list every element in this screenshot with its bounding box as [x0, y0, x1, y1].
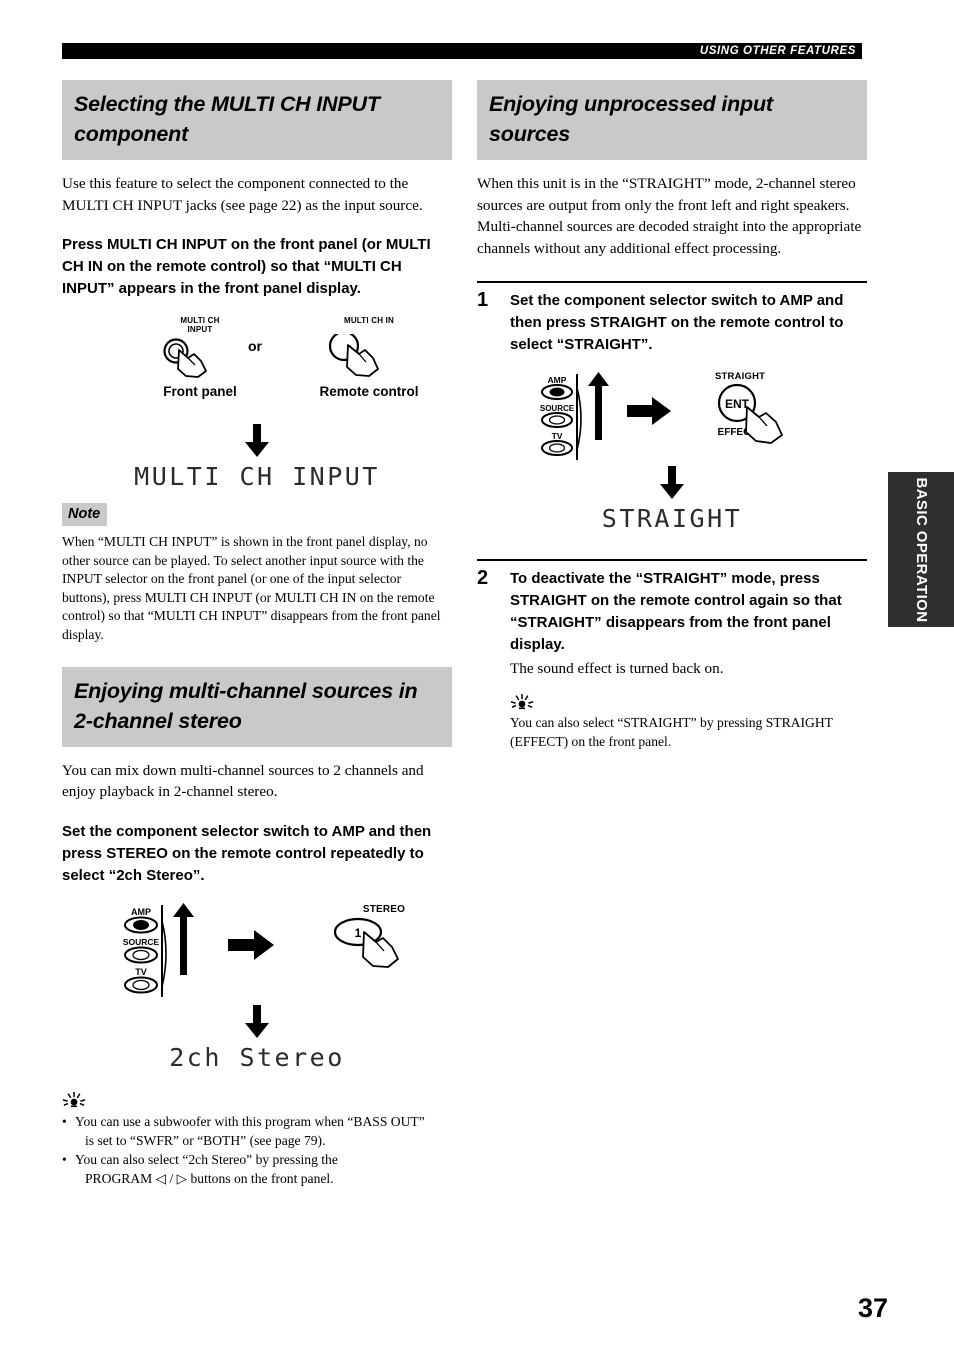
- running-head-bar: USING OTHER FEATURES: [62, 43, 862, 59]
- step-1: 1 Set the component selector switch to A…: [477, 281, 867, 533]
- remote-control-caption: Remote control: [319, 384, 419, 399]
- step-2: 2 To deactivate the “STRAIGHT” mode, pre…: [477, 559, 867, 751]
- svg-text:TV: TV: [135, 967, 147, 977]
- running-head-text: USING OTHER FEATURES: [699, 45, 856, 57]
- hand-press-remote-icon: [328, 334, 379, 377]
- heading-line-2: component: [74, 122, 189, 146]
- side-tab-label: BASIC OPERATION: [913, 477, 930, 622]
- heading2-line-2: 2-channel stereo: [74, 708, 242, 733]
- heading-right-line-2: sources: [489, 122, 571, 146]
- svg-text:1: 1: [355, 926, 362, 940]
- figure-straight-selection: AMP SOURCE TV STRAIGHT ENT EFFECT: [477, 372, 867, 464]
- svg-text:AMP: AMP: [131, 907, 151, 917]
- hand-press-straight-icon: ENT EFFECT: [718, 383, 783, 444]
- lcd-display-2ch-stereo: 2ch Stereo: [169, 1042, 345, 1072]
- tips-block-left: You can use a subwoofer with this progra…: [62, 1091, 452, 1189]
- down-arrow-icon: [245, 424, 269, 457]
- tip-line-1: You can also select “2ch Stereo” by pres…: [75, 1151, 338, 1167]
- figure-2ch-stereo-display: 2ch Stereo: [62, 1004, 452, 1072]
- figure-straight-display: STRAIGHT: [477, 466, 867, 533]
- section-heading-2ch-stereo: Enjoying multi-channel sources in 2-chan…: [62, 666, 452, 747]
- tip-line-1: You can use a subwoofer with this progra…: [75, 1113, 425, 1129]
- section2-intro-text: You can mix down multi-channel sources t…: [62, 761, 424, 801]
- section-heading-unprocessed-input: Enjoying unprocessed input sources: [477, 80, 867, 160]
- svg-text:SOURCE: SOURCE: [540, 404, 575, 413]
- down-arrow-icon-2: [245, 1004, 269, 1038]
- svg-text:AMP: AMP: [548, 375, 567, 385]
- right-intro-text: When this unit is in the “STRAIGHT” mode…: [477, 175, 862, 257]
- right-column: Enjoying unprocessed input sources When …: [477, 80, 867, 751]
- tip-line-2: is set to “SWFR” or “BOTH” (see page 79)…: [85, 1132, 326, 1148]
- step-1-text: Set the component selector switch to AMP…: [510, 292, 844, 353]
- note-tag: Note: [62, 503, 108, 526]
- front-panel-caption: Front panel: [163, 384, 237, 399]
- heading-line-1: Selecting the MULTI CH INPUT: [74, 92, 380, 116]
- svg-text:TV: TV: [552, 431, 563, 441]
- component-selector-switch-icon-2: AMP SOURCE TV: [540, 372, 609, 460]
- section-heading-multi-ch-input: Selecting the MULTI CH INPUT component: [62, 80, 452, 160]
- straight-button-label: STRAIGHT: [715, 371, 766, 382]
- stereo-button-label: STEREO: [362, 903, 406, 915]
- remote-button-label: MULTI CH IN: [343, 316, 395, 325]
- or-label: or: [248, 338, 262, 354]
- heading-right-line-1: Enjoying unprocessed input: [489, 92, 773, 116]
- tip-item: You can also select “2ch Stereo” by pres…: [62, 1150, 452, 1188]
- tip-list-left: You can use a subwoofer with this progra…: [62, 1112, 452, 1189]
- tip-bulb-icon: [62, 1091, 86, 1107]
- figure-multi-ch-display: MULTI CH INPUT: [62, 424, 452, 491]
- figure-stereo-selection: AMP SOURCE TV STEREO 1: [62, 902, 452, 1003]
- step-2-tip-text: You can also select “STRAIGHT” by pressi…: [510, 715, 833, 749]
- section1-instruction-text: Press MULTI CH INPUT on the front panel …: [62, 236, 431, 297]
- heading2-line-1: Enjoying multi-channel sources in: [74, 678, 418, 703]
- section1-intro-text: Use this feature to select the component…: [62, 175, 423, 214]
- left-column: Selecting the MULTI CH INPUT component U…: [62, 80, 452, 1188]
- side-tab-basic-operation: BASIC OPERATION: [888, 472, 954, 627]
- page-number: 37: [857, 1293, 888, 1323]
- svg-text:SOURCE: SOURCE: [123, 937, 160, 947]
- right-arrow-icon-2: [627, 397, 671, 425]
- tips-block-right: You can also select “STRAIGHT” by pressi…: [510, 694, 867, 751]
- hand-press-stereo-icon: 1: [333, 917, 399, 968]
- component-selector-switch-icon: AMP SOURCE TV: [123, 902, 194, 997]
- step-1-number: 1: [477, 289, 489, 311]
- hand-press-front-panel-icon: [163, 338, 207, 378]
- figure-multi-ch-buttons: MULTI CH INPUT Front panel or MULTI CH I…: [62, 316, 452, 416]
- right-arrow-icon: [228, 929, 274, 960]
- lcd-display-straight: STRAIGHT: [601, 504, 743, 533]
- tip-item: You can use a subwoofer with this progra…: [62, 1112, 452, 1150]
- step-2-subtext: The sound effect is turned back on.: [510, 660, 724, 677]
- section2-instruction-text: Set the component selector switch to AMP…: [62, 822, 432, 884]
- tip-line-2: PROGRAM ◁ / ▷ buttons on the front panel…: [85, 1171, 334, 1187]
- tip-bulb-icon-2: [510, 694, 534, 710]
- step-2-number: 2: [477, 567, 489, 589]
- lcd-display-multi-ch-input: MULTI CH INPUT: [134, 462, 380, 491]
- front-panel-button-label: MULTI CH INPUT: [180, 316, 220, 334]
- svg-text:ENT: ENT: [725, 397, 750, 411]
- down-arrow-icon-3: [660, 466, 684, 499]
- step-2-text: To deactivate the “STRAIGHT” mode, press…: [510, 570, 842, 653]
- note-body-text: When “MULTI CH INPUT” is shown in the fr…: [62, 534, 441, 642]
